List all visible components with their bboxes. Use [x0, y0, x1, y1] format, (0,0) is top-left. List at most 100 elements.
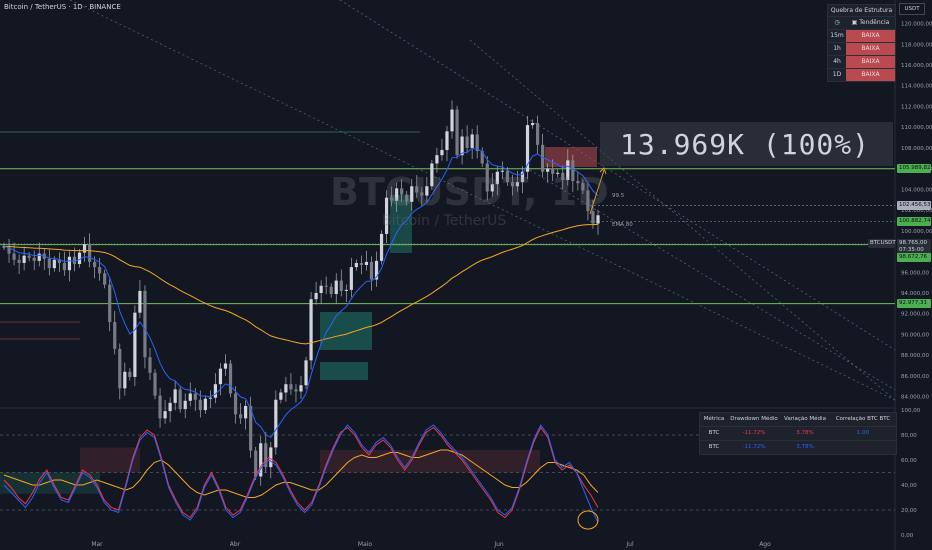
price-tick: 108.000,00 [901, 146, 932, 152]
candle-body [173, 389, 177, 403]
candle-body [349, 267, 353, 290]
candle-body [369, 261, 374, 280]
candle-body [233, 393, 238, 415]
metrics-cell: -11.72% [742, 444, 766, 450]
candle-body [52, 259, 56, 269]
candle-body [82, 244, 87, 253]
candle-body [329, 286, 333, 295]
candle-body [183, 400, 187, 410]
price-tick: 86.000,00 [901, 374, 929, 380]
candle-body [12, 253, 16, 260]
candle-body [153, 372, 157, 396]
chart-canvas[interactable]: EMA 80 99.5 84.000,00 86.000,00 88.000,00 90.… [0, 0, 932, 550]
candle-body [148, 357, 152, 373]
metrics-cell: BTC [708, 430, 720, 436]
trend-value: BAIXA [846, 56, 895, 68]
candle-body [379, 233, 384, 261]
rsi-tick: 40,00 [901, 483, 917, 489]
candle-body [163, 411, 167, 419]
trend-value: BAIXA [846, 43, 895, 55]
candle-body [118, 348, 122, 389]
price-tick: 120.000,00 [901, 22, 932, 28]
ema-label: EMA 80 [612, 222, 633, 228]
candle-body [188, 393, 192, 401]
rsi-tick: 20,00 [901, 508, 917, 514]
candle-body [465, 136, 469, 148]
candle-body [93, 261, 97, 268]
price-tick: 96.000,00 [901, 270, 929, 276]
candle-body [269, 447, 273, 468]
price-tick: 110.000,00 [901, 125, 932, 131]
candle-body [143, 290, 147, 358]
candle-body [98, 267, 102, 274]
rsi-tick: 80,00 [901, 433, 917, 439]
metrics-header-cell: Drawdown Médio [730, 416, 778, 422]
trend-header-label: ▣ Tendência [846, 17, 895, 29]
trend-table-title: Quebra de Estrutura [828, 5, 895, 17]
candle-body [294, 389, 298, 392]
candle-body [309, 299, 313, 361]
rsi-tick: 0,00 [901, 533, 914, 539]
candle-body [324, 285, 328, 287]
candle-body [47, 258, 51, 269]
clock-icon: ◷ [834, 19, 840, 26]
price-tick: 104.000,00 [901, 187, 932, 193]
candle-body [450, 109, 454, 132]
trend-tf: 1h [833, 45, 841, 52]
candle-body [314, 293, 318, 300]
measure-label-box: 13.969K (100%) [600, 122, 893, 166]
candle-body [218, 368, 223, 385]
metrics-cell: 1.00 [856, 430, 870, 436]
trend-row: 4h BAIXA [828, 56, 895, 69]
candle-body [238, 414, 243, 419]
metrics-table: Métrica Drawdown Médio Variação Média Co… [699, 412, 897, 455]
trend-table-header: ◷ ▣ Tendência [828, 17, 895, 30]
price-label: 102.456,53 [897, 200, 931, 210]
price-tick: 92.000,00 [901, 312, 929, 318]
price-tick: 84.000,00 [901, 395, 929, 401]
candle-body [279, 392, 283, 400]
candle-body [193, 393, 197, 400]
metrics-cell: BTC [708, 444, 720, 450]
candle-body [344, 289, 348, 291]
candle-body [133, 312, 137, 377]
watermark-name: Bitcoin / TetherUS [382, 213, 507, 229]
trend-tf: 1D [832, 71, 842, 78]
candle-body [244, 405, 248, 419]
price-label: BTCUSDT [868, 239, 896, 249]
price-tick: 112.000,00 [901, 104, 932, 110]
trend-header-text: Tendência [859, 19, 890, 26]
candle-body [62, 262, 67, 271]
candle-body [113, 322, 117, 349]
trend-tf: 4h [833, 58, 841, 65]
metrics-header-cell: Variação Média [784, 416, 826, 422]
time-tick: Abr [230, 541, 241, 548]
price-tick: 90.000,00 [901, 332, 929, 338]
candle-body [67, 256, 72, 271]
ema-80-line [3, 223, 599, 345]
metrics-row: BTC -11.72% 3.78% 1.00 [700, 427, 896, 441]
demand-zone [320, 362, 368, 380]
candle-body [339, 280, 343, 291]
candle-body [334, 280, 338, 295]
candle-body [178, 389, 182, 410]
candle-body [22, 255, 26, 263]
candle-body [364, 261, 369, 266]
candle-body [304, 360, 308, 386]
metrics-cell: 3.78% [796, 430, 814, 436]
trend-tf: 15m [830, 32, 844, 39]
metrics-header-cell: Correlação BTC BTC [835, 416, 891, 422]
candle-body [138, 290, 142, 313]
time-tick: Jul [625, 541, 634, 548]
candle-body [274, 399, 278, 448]
candle-body [103, 273, 107, 285]
price-tick: 114.000,00 [901, 84, 932, 90]
price-tick: 116.000,00 [901, 63, 932, 69]
symbol-header[interactable]: Bitcoin / TetherUS · 1D · BINANCE [4, 3, 121, 11]
price-label: 92.977,31 [897, 299, 931, 309]
time-tick: Ago [759, 541, 771, 548]
currency-button[interactable]: USDT [899, 3, 925, 15]
candle-body [213, 384, 218, 398]
rsi-tick: 100,00 [901, 408, 921, 414]
rsi-highlight-circle [577, 510, 599, 530]
